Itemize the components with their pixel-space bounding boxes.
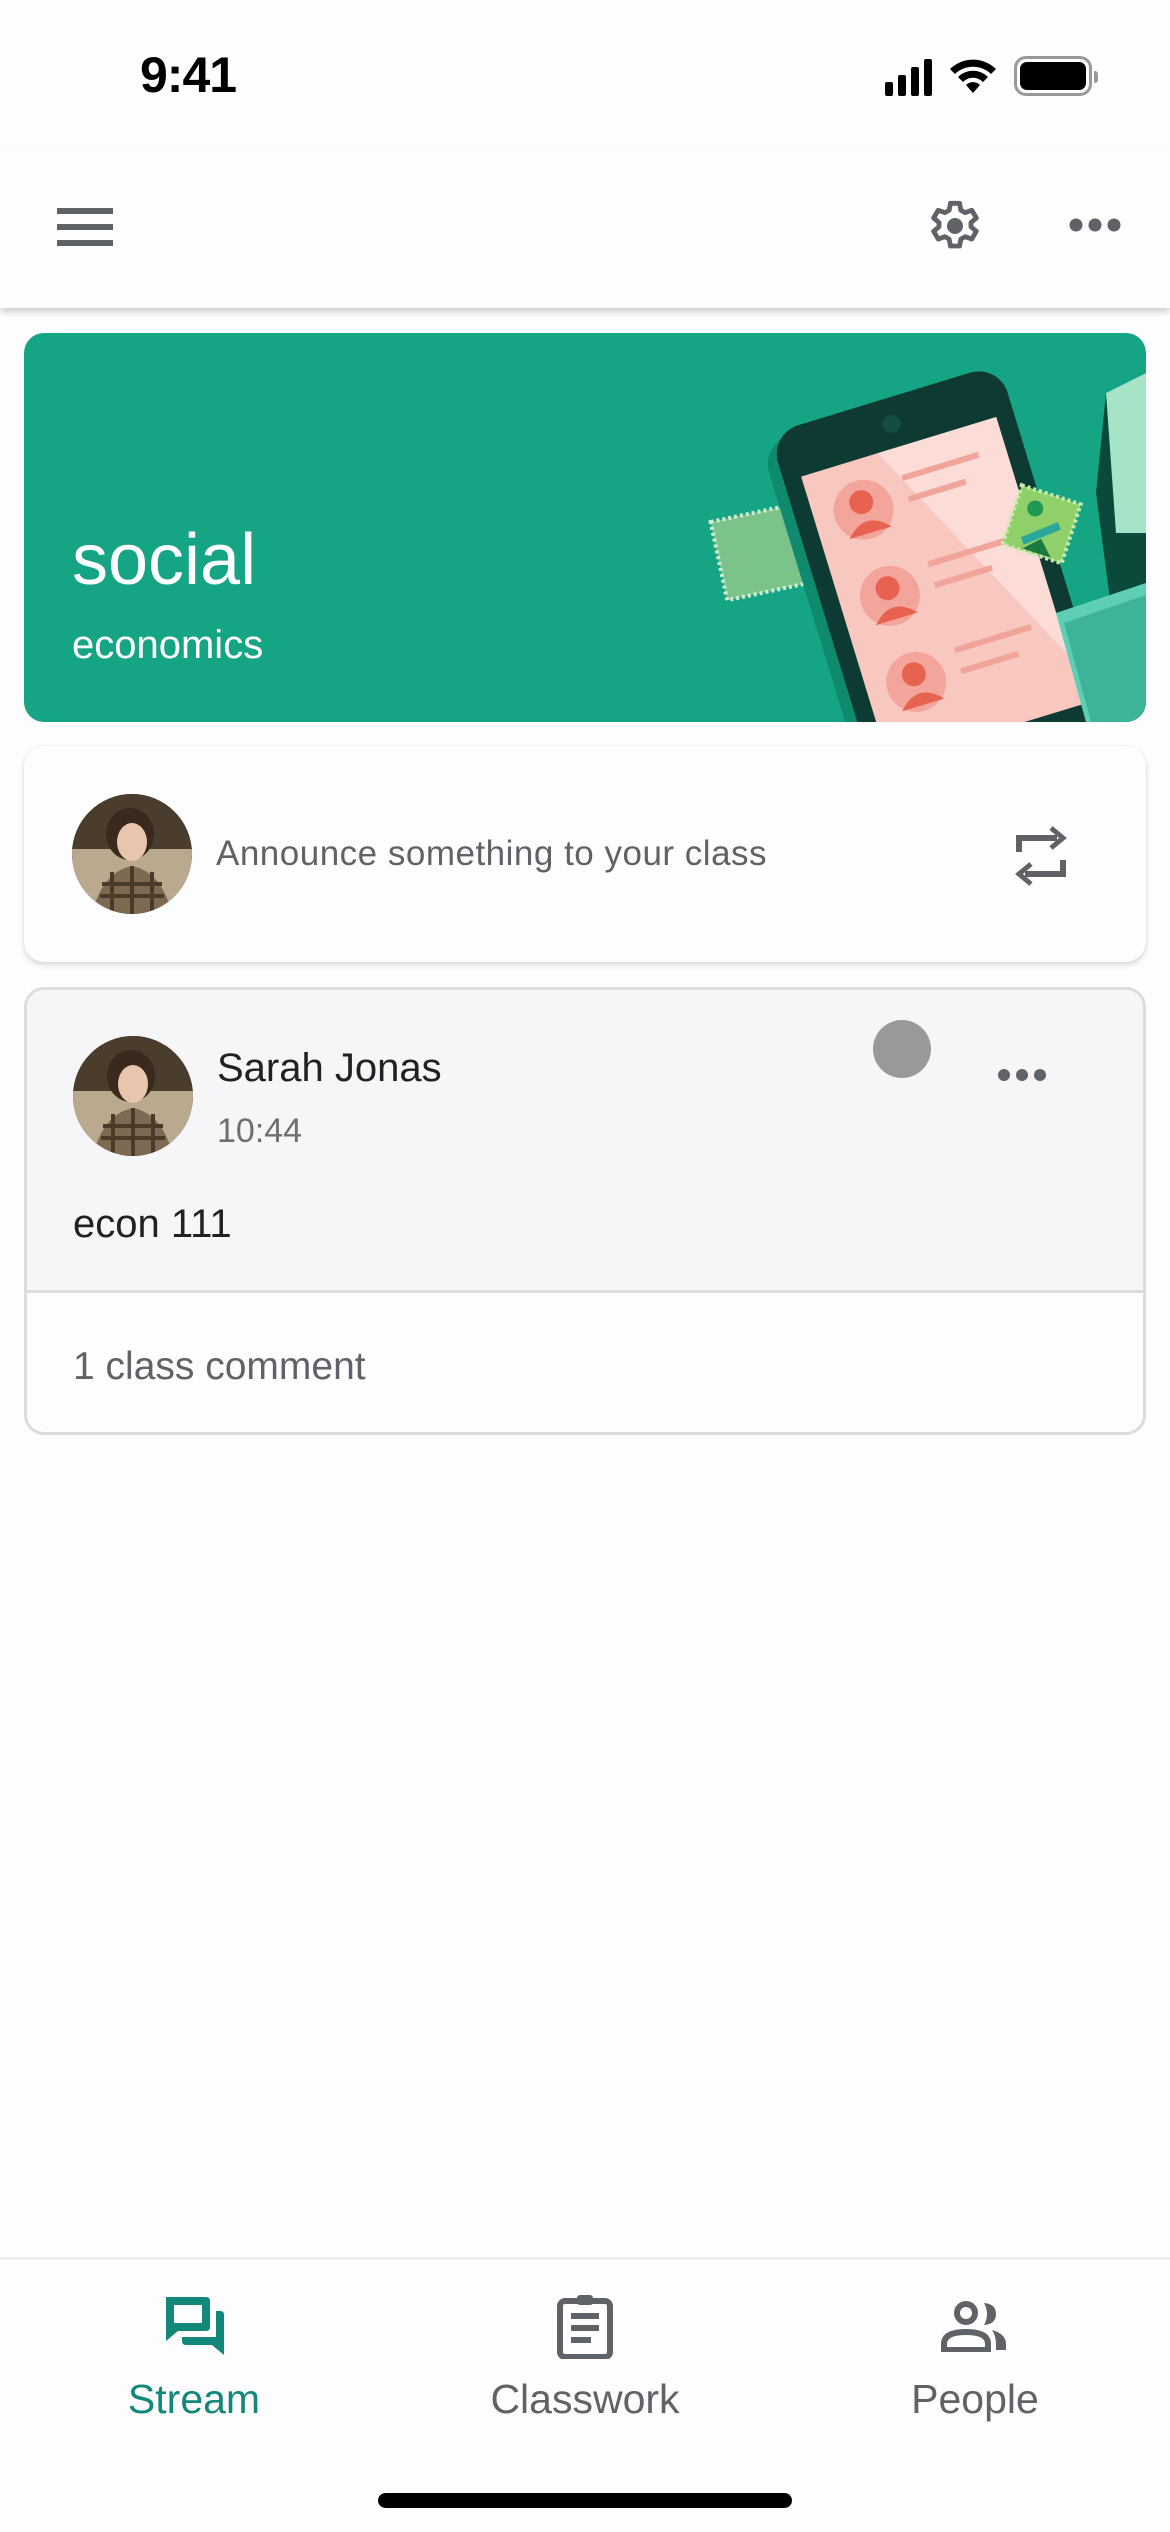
repost-icon	[1015, 826, 1067, 886]
tab-people[interactable]: People	[825, 2290, 1125, 2440]
announcement-post[interactable]: Sarah Jonas 10:44 econ 111 1 class comme…	[24, 987, 1146, 1435]
battery-icon	[1014, 56, 1098, 96]
settings-gear-icon	[931, 200, 979, 249]
announce-card[interactable]: Announce something to your class	[24, 746, 1146, 962]
author-avatar	[73, 1036, 193, 1156]
announce-prompt[interactable]: Announce something to your class	[216, 834, 767, 874]
tab-people-label: People	[911, 2376, 1039, 2422]
menu-icon	[57, 208, 113, 246]
cellular-signal-icon	[885, 56, 932, 96]
home-indicator[interactable]	[378, 2493, 792, 2508]
tab-classwork[interactable]: Classwork	[435, 2290, 735, 2440]
app-bar	[0, 150, 1170, 308]
post-more-button[interactable]	[987, 1050, 1057, 1100]
tab-stream-label: Stream	[127, 2376, 261, 2422]
bottom-navigation: Stream Classwork People	[0, 2257, 1170, 2532]
class-banner[interactable]: social economics	[24, 333, 1146, 722]
wifi-icon	[950, 59, 996, 93]
post-header: Sarah Jonas 10:44 econ 111	[27, 990, 1143, 1293]
class-section: economics	[72, 623, 264, 667]
post-author: Sarah Jonas	[217, 1046, 442, 1090]
more-options-button[interactable]	[1050, 190, 1140, 260]
menu-button[interactable]	[40, 192, 130, 262]
people-icon	[941, 2301, 1006, 2352]
touch-indicator	[873, 1020, 931, 1078]
more-horizontal-icon	[1069, 218, 1121, 232]
status-bar: 9:41	[0, 0, 1170, 150]
post-body: econ 111	[73, 1202, 232, 1246]
user-avatar	[72, 794, 192, 914]
class-comments-link[interactable]: 1 class comment	[73, 1345, 366, 1389]
reuse-post-button[interactable]	[1006, 818, 1076, 894]
class-title: social	[72, 520, 257, 600]
post-timestamp: 10:44	[217, 1112, 303, 1150]
status-icons	[885, 56, 1098, 96]
tab-stream[interactable]: Stream	[44, 2290, 344, 2440]
settings-button[interactable]	[910, 186, 1000, 266]
banner-illustration	[708, 371, 1146, 722]
stream-chat-icon	[166, 2297, 224, 2355]
tab-classwork-label: Classwork	[490, 2376, 680, 2422]
more-horizontal-icon	[998, 1069, 1046, 1081]
clipboard-icon	[557, 2295, 613, 2359]
status-time: 9:41	[140, 47, 237, 103]
